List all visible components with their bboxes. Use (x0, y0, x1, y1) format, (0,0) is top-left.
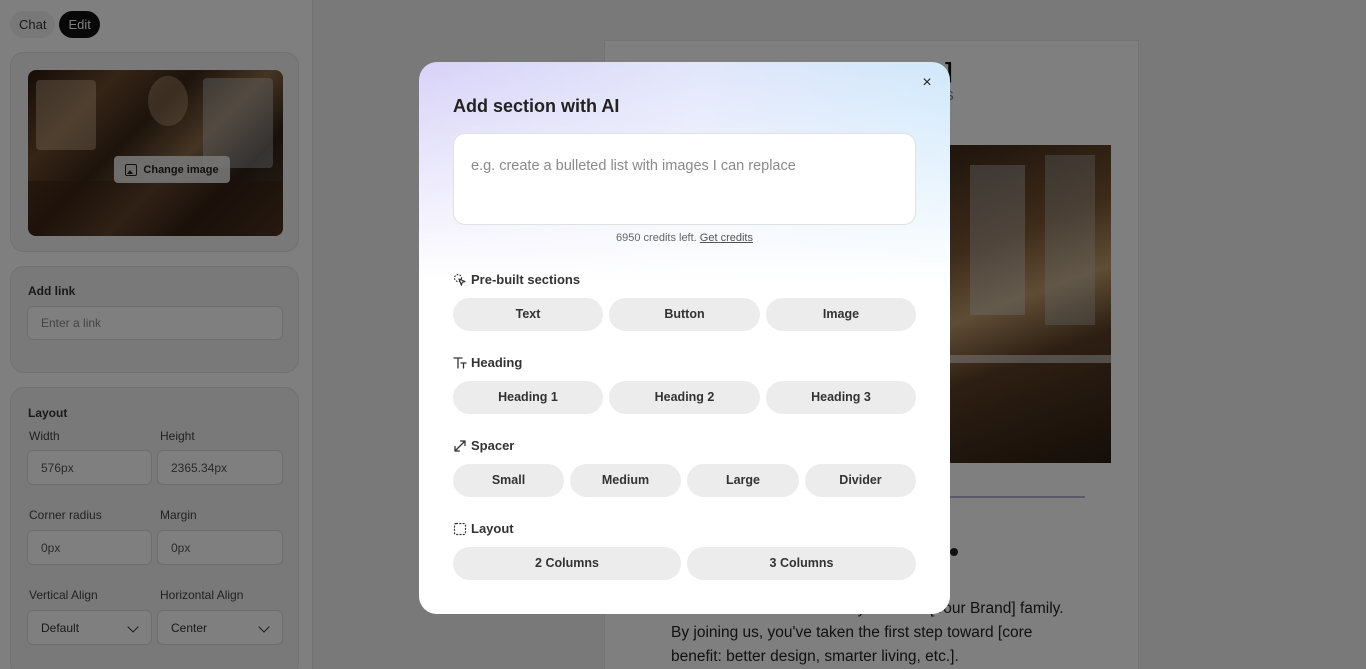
button-section-button[interactable]: Button (609, 298, 760, 331)
spacer-header: Spacer (453, 438, 514, 453)
credits-text: 6950 credits left. (616, 232, 697, 244)
prebuilt-sections-header: Pre-built sections (453, 272, 580, 287)
text-size-icon (453, 356, 467, 369)
add-section-modal: × Add section with AI e.g. create a bull… (419, 62, 950, 614)
heading-2-button[interactable]: Heading 2 (609, 381, 760, 414)
expand-icon (454, 439, 466, 452)
spacer-title: Spacer (471, 438, 515, 453)
image-section-button[interactable]: Image (766, 298, 916, 331)
prebuilt-sections-title: Pre-built sections (471, 272, 581, 287)
heading-3-button[interactable]: Heading 3 (766, 381, 916, 414)
heading-header: Heading (453, 355, 522, 370)
three-columns-button[interactable]: 3 Columns (687, 547, 916, 580)
get-credits-link[interactable]: Get credits (700, 232, 753, 244)
sparkle-cursor-icon (453, 273, 466, 286)
heading-title: Heading (471, 355, 523, 370)
modal-title: Add section with AI (453, 96, 620, 116)
small-spacer-button[interactable]: Small (453, 464, 564, 497)
layout-icon (453, 522, 467, 535)
large-spacer-button[interactable]: Large (687, 464, 799, 497)
medium-spacer-button[interactable]: Medium (570, 464, 681, 497)
close-icon[interactable]: × (918, 74, 936, 92)
layout-header: Layout (453, 521, 514, 536)
divider-button[interactable]: Divider (805, 464, 916, 497)
ai-prompt-input[interactable]: e.g. create a bulleted list with images … (453, 133, 916, 225)
two-columns-button[interactable]: 2 Columns (453, 547, 681, 580)
credits-info: 6950 credits left. Get credits (419, 232, 950, 244)
heading-1-button[interactable]: Heading 1 (453, 381, 603, 414)
text-section-button[interactable]: Text (453, 298, 603, 331)
layout-title: Layout (471, 521, 514, 536)
